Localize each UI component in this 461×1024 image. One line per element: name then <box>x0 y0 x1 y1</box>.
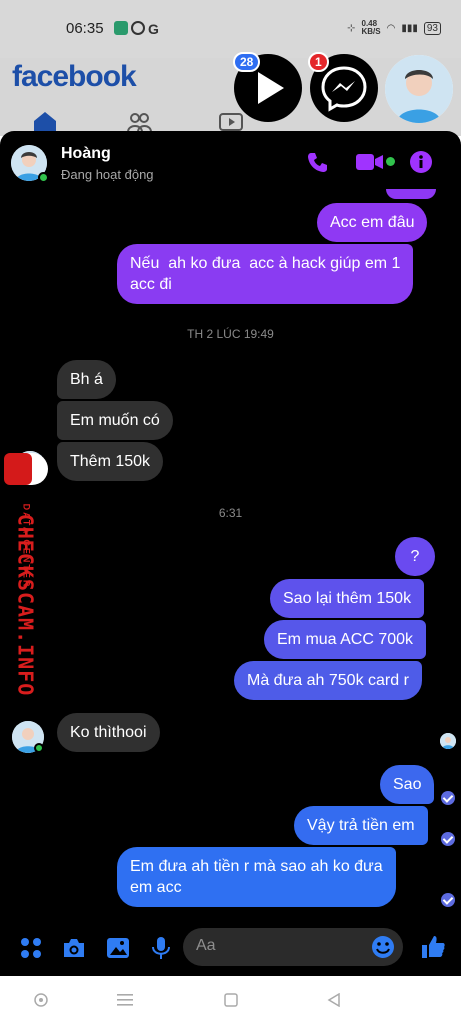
watermark: DATA CENTER CHECKSCAM.INFO <box>4 453 48 696</box>
battery-icon: 93 <box>423 21 441 35</box>
contact-chat-head[interactable] <box>385 55 453 123</box>
contact-name[interactable]: Hoàng <box>61 145 111 163</box>
phone-call-icon[interactable] <box>306 151 328 178</box>
net-speed: 0.48 KB/S <box>361 19 381 36</box>
seen-avatar <box>440 733 456 749</box>
google-icon: G <box>148 21 159 37</box>
messenger-chat-window: Hoàng Đang hoạt động Acc em đâu Nếu ah k… <box>0 131 461 976</box>
message-bubble-sent[interactable]: Acc em đâu <box>317 203 428 242</box>
watermark-logo-icon <box>4 453 48 485</box>
video-badge: 28 <box>233 52 261 72</box>
home-tab-icon[interactable] <box>32 110 58 132</box>
timestamp: TH 2 LÚC 19:49 <box>187 327 274 341</box>
message-input-placeholder: Aa <box>196 937 216 954</box>
message-bubble-sent[interactable]: Nếu ah ko đưa acc à hack giúp em 1 acc đ… <box>117 244 414 304</box>
menu-button-icon[interactable] <box>117 993 133 1012</box>
messenger-notification-icon <box>131 21 145 35</box>
message-bubble-sent[interactable]: Sao lại thêm 150k <box>270 579 425 618</box>
message-bubble-received[interactable]: Bh á <box>57 360 116 399</box>
message-bubble-sent[interactable]: Vậy trả tiền em <box>294 806 428 845</box>
status-right-icons: ⊹ 0.48 KB/S ◠ ▮▮▮ 93 <box>347 20 441 36</box>
system-navigation-bar <box>0 976 461 1024</box>
message-bubble-sent[interactable]: Em đưa ah tiền r mà sao ah ko đưa em acc <box>117 847 396 907</box>
more-actions-icon[interactable] <box>20 937 42 964</box>
back-button-icon[interactable] <box>327 992 341 1012</box>
delivered-check-icon <box>441 893 455 907</box>
emoji-icon[interactable] <box>371 935 395 964</box>
delivered-check-icon <box>441 791 455 805</box>
signal-icon: ▮▮▮ <box>401 22 418 34</box>
delivered-check-icon <box>441 832 455 846</box>
camera-icon[interactable] <box>62 937 86 964</box>
message-bubble-received[interactable]: Thêm 150k <box>57 442 164 481</box>
friends-tab-icon[interactable] <box>126 110 152 133</box>
video-call-icon[interactable] <box>356 153 384 176</box>
message-input[interactable]: Aa <box>183 928 403 966</box>
message-bubble-sent[interactable]: Mà đưa ah 750k card r <box>234 661 422 700</box>
online-indicator <box>38 172 49 183</box>
contact-status: Đang hoạt động <box>61 167 154 182</box>
message-bubble-sent[interactable]: ? <box>395 537 435 576</box>
like-icon[interactable] <box>420 934 446 965</box>
online-indicator <box>34 743 44 753</box>
notification-icon <box>114 21 128 35</box>
status-notification-icons: G <box>114 21 159 37</box>
message-bubble-sent[interactable]: Em mua ACC 700k <box>264 620 427 659</box>
status-bar: 06:35 G ⊹ 0.48 KB/S ◠ ▮▮▮ 93 <box>0 0 461 58</box>
status-time: 06:35 <box>66 20 104 37</box>
message-bubble-received[interactable]: Em muốn có <box>57 401 173 440</box>
messenger-badge: 1 <box>308 52 329 72</box>
contact-avatar-image <box>385 55 453 123</box>
watermark-text: CHECKSCAM.INFO <box>13 513 38 697</box>
message-bubble-sent[interactable]: Sao <box>380 765 435 804</box>
video-active-indicator <box>386 157 395 166</box>
timestamp: 6:31 <box>218 506 243 520</box>
info-icon[interactable] <box>410 151 432 178</box>
assistant-button-icon[interactable] <box>34 993 48 1012</box>
message-composer: Aa <box>0 926 461 976</box>
microphone-icon[interactable] <box>151 936 171 965</box>
gallery-icon[interactable] <box>106 937 130 964</box>
chat-header: Hoàng Đang hoạt động <box>0 131 461 191</box>
vibrate-icon: ⊹ <box>347 22 356 34</box>
home-button-icon[interactable] <box>224 993 238 1012</box>
message-bubble-received[interactable]: Ko thìthooi <box>57 713 160 752</box>
wifi-icon: ◠ <box>386 22 396 34</box>
facebook-logo: facebook <box>12 60 137 93</box>
partial-message-bubble <box>386 189 436 199</box>
